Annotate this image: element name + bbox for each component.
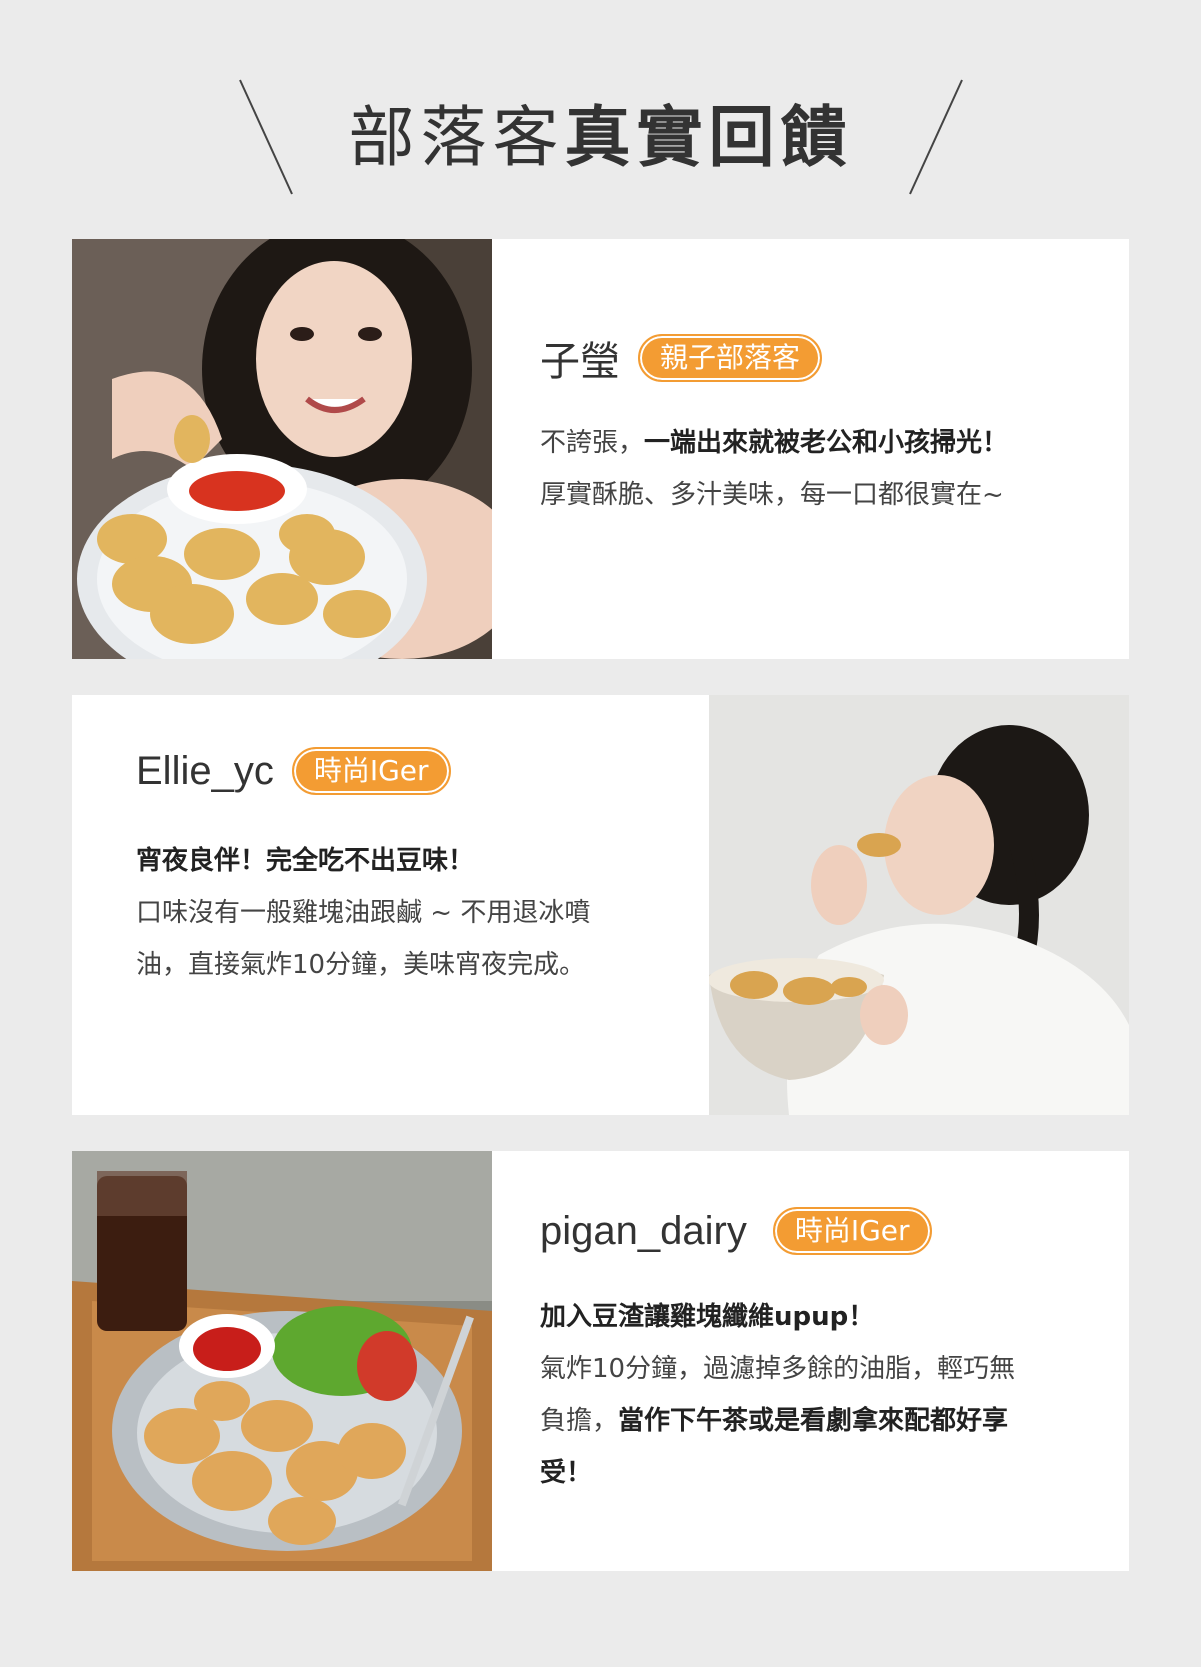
review-card: 子瑩 親子部落客 不誇張，一端出來就被老公和小孩掃光！ 厚實酥脆、多汁美味，每一… — [72, 239, 1129, 659]
reviewer-badge: 時尚IGer — [291, 747, 451, 795]
reviewer-name: 子瑩 — [540, 340, 620, 384]
review-text: pigan_dairy 時尚IGer 加入豆渣讓雞塊纖維upup！ 氣炸10分鐘… — [492, 1151, 1129, 1571]
reviewer-row: Ellie_yc 時尚IGer — [136, 747, 451, 795]
review-body: 不誇張，一端出來就被老公和小孩掃光！ 厚實酥脆、多汁美味，每一口都很實在~ — [540, 417, 1120, 521]
review-line: 不誇張， — [540, 428, 645, 458]
review-body: 宵夜良伴！完全吃不出豆味！ 口味沒有一般雞塊油跟鹹 ~ 不用退冰噴 油，直接氣炸… — [136, 835, 696, 991]
page-header: 部落客真實回饋 — [0, 0, 1201, 220]
review-line: 負擔， — [540, 1406, 619, 1436]
reviewer-badge: 時尚IGer — [772, 1207, 932, 1255]
review-card: pigan_dairy 時尚IGer 加入豆渣讓雞塊纖維upup！ 氣炸10分鐘… — [72, 1151, 1129, 1571]
review-photo — [709, 695, 1129, 1115]
review-highlight: 當作下午茶或是看劇拿來配都好享 — [618, 1406, 1009, 1436]
title-light: 部落客 — [348, 99, 565, 176]
review-line: 厚實酥脆、多汁美味，每一口都很實在~ — [540, 480, 1004, 510]
review-text: 子瑩 親子部落客 不誇張，一端出來就被老公和小孩掃光！ 厚實酥脆、多汁美味，每一… — [492, 239, 1129, 659]
review-card: Ellie_yc 時尚IGer 宵夜良伴！完全吃不出豆味！ 口味沒有一般雞塊油跟… — [72, 695, 1129, 1115]
review-highlight: 一端出來就被老公和小孩掃光！ — [644, 428, 1009, 458]
review-text: Ellie_yc 時尚IGer 宵夜良伴！完全吃不出豆味！ 口味沒有一般雞塊油跟… — [72, 695, 709, 1115]
review-photo — [72, 239, 492, 659]
review-highlight: 加入豆渣讓雞塊纖維upup！ — [540, 1302, 875, 1332]
review-line: 口味沒有一般雞塊油跟鹹 ~ 不用退冰噴 — [136, 898, 591, 928]
review-line: 油，直接氣炸10分鐘，美味宵夜完成。 — [136, 950, 586, 980]
review-body: 加入豆渣讓雞塊纖維upup！ 氣炸10分鐘，過濾掉多餘的油脂，輕巧無 負擔，當作… — [540, 1291, 1120, 1499]
review-highlight: 受！ — [540, 1458, 593, 1488]
title-bold: 真實回饋 — [564, 99, 853, 176]
reviewer-name: pigan_dairy — [540, 1208, 747, 1253]
page-title: 部落客真實回饋 — [0, 98, 1201, 178]
review-photo — [72, 1151, 492, 1571]
reviewer-badge: 親子部落客 — [638, 334, 823, 382]
reviewer-name: Ellie_yc — [136, 748, 274, 793]
review-line: 氣炸10分鐘，過濾掉多餘的油脂，輕巧無 — [540, 1354, 1016, 1384]
selfie-eating-nuggets-icon — [72, 239, 492, 659]
review-highlight: 宵夜良伴！完全吃不出豆味！ — [136, 846, 475, 876]
nugget-tray-icon — [72, 1151, 492, 1571]
reviewer-row: 子瑩 親子部落客 — [540, 329, 823, 387]
woman-eating-nugget-icon — [709, 695, 1129, 1115]
reviewer-row: pigan_dairy 時尚IGer — [540, 1207, 932, 1255]
